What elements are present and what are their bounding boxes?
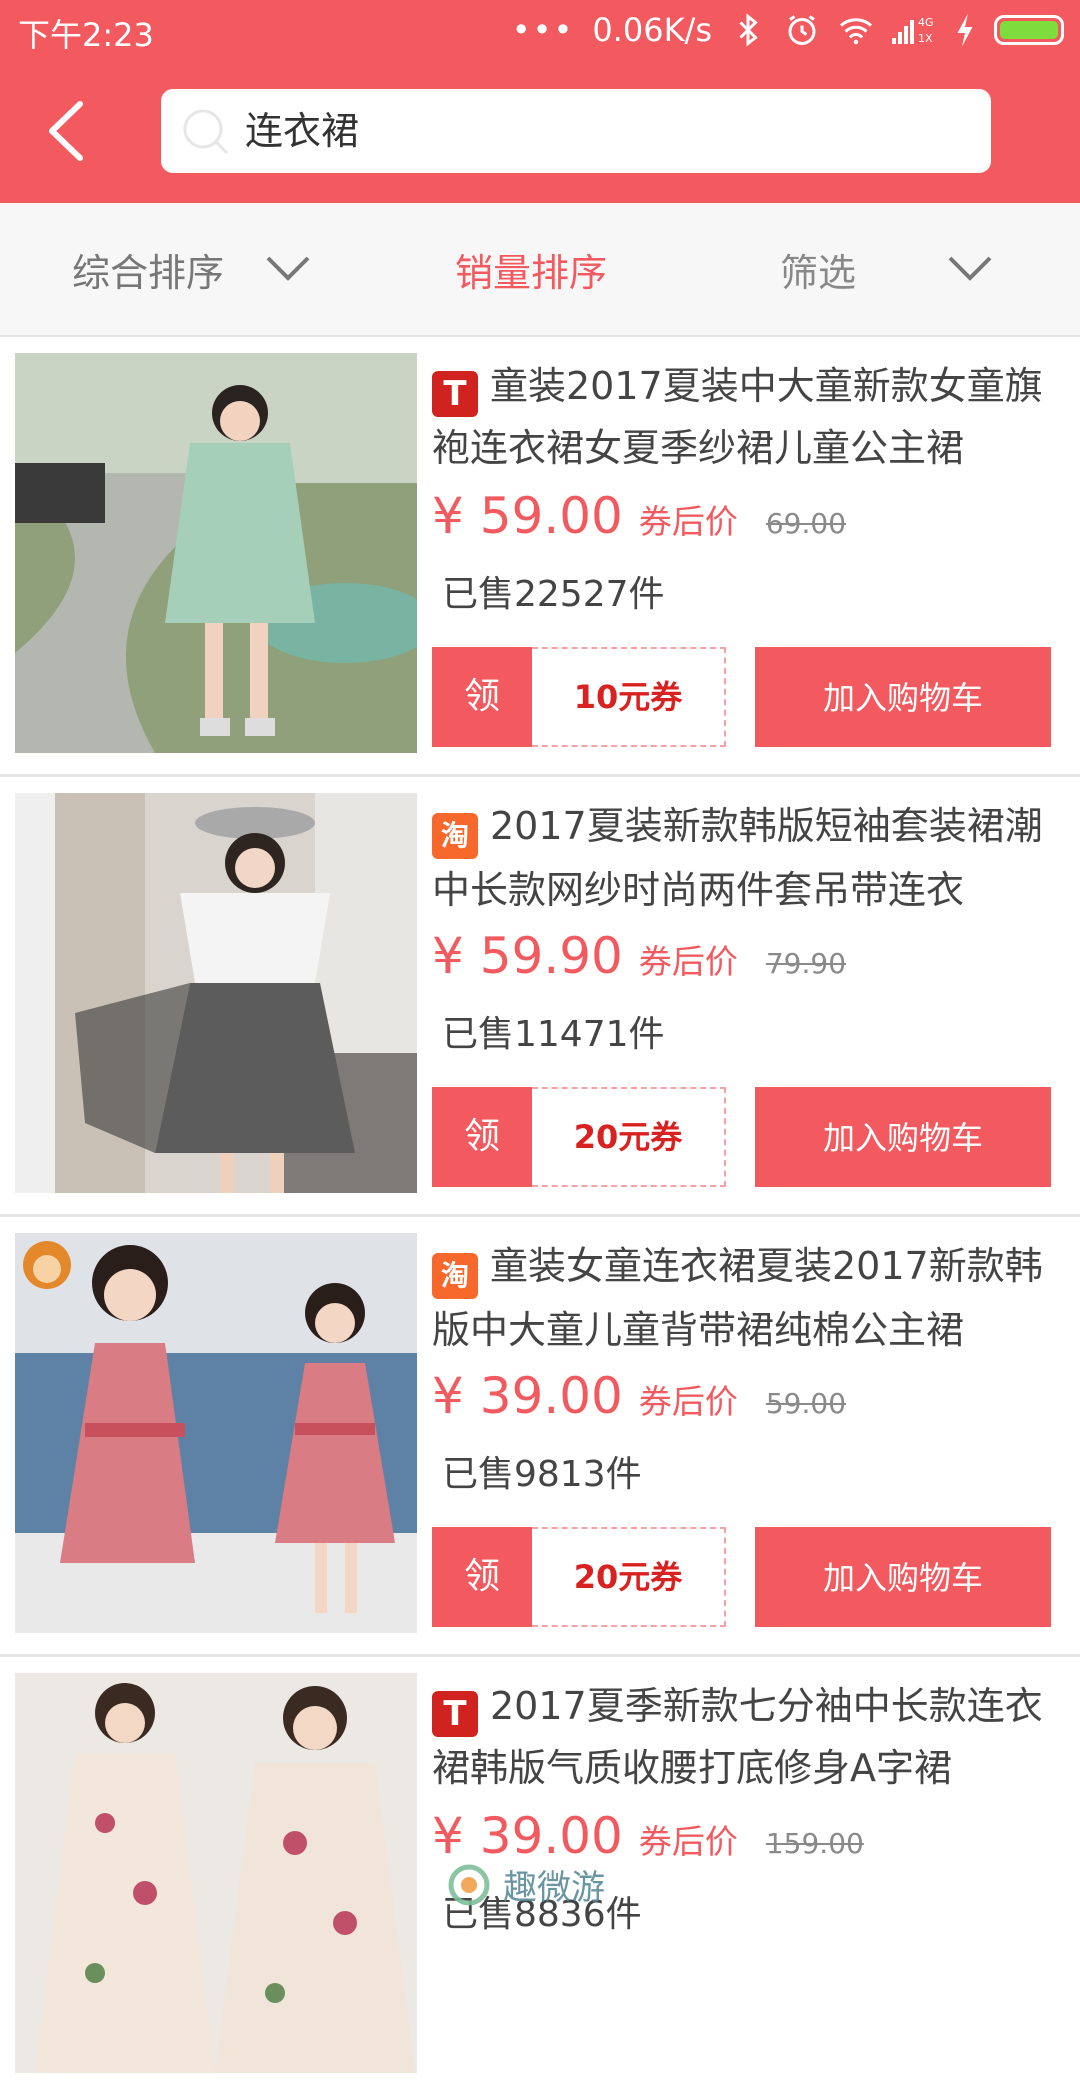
app-header: 下午2:23 ••• 0.06K/s 4G 1X	[0, 0, 1080, 203]
sold-count: 已售22527件	[442, 574, 665, 615]
signal-icon: 4G1X	[892, 16, 934, 45]
sort-default-tab[interactable]: 综合排序	[72, 203, 312, 335]
watermark-text: 趣微游	[503, 1868, 605, 1908]
product-card[interactable]: 淘童装女童连衣裙夏装2017新款韩版中大童儿童背带裙纯棉公主裙 ¥ 39.00 …	[0, 1217, 1080, 1657]
get-coupon-button[interactable]: 领 20元券	[432, 1087, 726, 1187]
battery-icon	[994, 15, 1064, 45]
status-time: 下午2:23	[18, 16, 154, 54]
product-title-text: 2017夏季新款七分袖中长款连衣裙韩版气质收腰打底修身A字裙	[432, 1684, 1043, 1790]
coupon-price-label: 券后价	[638, 1822, 738, 1861]
original-price: 79.90	[765, 947, 847, 980]
tmall-badge-icon: T	[432, 1691, 478, 1737]
sort-sales-label: 销量排序	[455, 250, 608, 295]
product-image[interactable]	[15, 1673, 417, 2073]
original-price: 59.00	[765, 1387, 847, 1420]
coupon-price-label: 券后价	[638, 1382, 738, 1421]
sold-count: 已售9813件	[442, 1454, 642, 1495]
filter-tab[interactable]: 筛选	[780, 203, 994, 335]
price-row: ¥ 59.00 券后价 69.00	[432, 487, 846, 545]
search-box[interactable]	[161, 89, 991, 173]
product-list: T 童装2017夏装中大童新款女童旗袍连衣裙女夏季纱裙儿童公主裙 ¥ 59.00 …	[0, 337, 1080, 2097]
price-row: ¥ 39.00 券后价 159.00	[432, 1807, 864, 1865]
bluetooth-icon	[739, 13, 758, 47]
coupon-value: 20元券	[532, 1087, 726, 1187]
filter-label: 筛选	[780, 250, 857, 295]
product-title-text: 童装女童连衣裙夏装2017新款韩版中大童儿童背带裙纯棉公主裙	[432, 1244, 1043, 1352]
network-type-4g: 4G	[918, 16, 934, 29]
product-price: ¥ 59.90	[432, 927, 623, 985]
chevron-down-icon	[948, 256, 992, 281]
status-bar: 下午2:23 ••• 0.06K/s 4G 1X	[0, 0, 1080, 62]
sort-bar: 综合排序 销量排序 筛选	[0, 203, 1080, 337]
product-title-text: 2017夏装新款韩版短袖套装裙潮中长款网纱时尚两件套吊带连衣	[432, 804, 1043, 912]
tmall-badge-icon: T	[432, 371, 478, 417]
taobao-badge-icon: 淘	[432, 1253, 478, 1299]
price-row: ¥ 39.00 券后价 59.00	[432, 1367, 846, 1425]
sort-default-label: 综合排序	[72, 250, 225, 295]
search-input[interactable]	[243, 103, 967, 161]
get-coupon-button[interactable]: 领 10元券	[432, 647, 726, 747]
coupon-get-label: 领	[432, 647, 532, 747]
original-price: 69.00	[765, 507, 847, 540]
watermark-logo-icon	[448, 1864, 490, 1905]
original-price: 159.00	[765, 1827, 864, 1860]
add-to-cart-button[interactable]: 加入购物车	[755, 1527, 1051, 1627]
add-to-cart-button[interactable]: 加入购物车	[755, 647, 1051, 747]
coupon-value: 10元券	[532, 647, 726, 747]
product-title[interactable]: T 2017夏季新款七分袖中长款连衣裙韩版气质收腰打底修身A字裙	[432, 1675, 1062, 1799]
coupon-get-label: 领	[432, 1087, 532, 1187]
product-image[interactable]	[15, 1233, 417, 1633]
get-coupon-button[interactable]: 领 20元券	[432, 1527, 726, 1627]
product-card[interactable]: T 童装2017夏装中大童新款女童旗袍连衣裙女夏季纱裙儿童公主裙 ¥ 59.00 …	[0, 337, 1080, 777]
coupon-price-label: 券后价	[638, 502, 738, 541]
notification-dots: •••	[511, 11, 575, 49]
watermark: 趣微游	[445, 1860, 605, 1909]
coupon-price-label: 券后价	[638, 942, 738, 981]
sort-sales-tab[interactable]: 销量排序	[455, 203, 607, 335]
product-price: ¥ 39.00	[432, 1367, 623, 1425]
product-price: ¥ 59.00	[432, 487, 623, 545]
sold-count: 已售11471件	[442, 1014, 665, 1055]
network-type-1x: 1X	[918, 32, 933, 45]
add-to-cart-button[interactable]: 加入购物车	[755, 1087, 1051, 1187]
product-image[interactable]	[15, 793, 417, 1193]
network-speed: 0.06K/s	[592, 11, 712, 49]
product-image[interactable]	[15, 353, 417, 753]
charging-icon	[957, 13, 973, 47]
coupon-get-label: 领	[432, 1527, 532, 1627]
taobao-badge-icon: 淘	[432, 813, 478, 859]
product-title[interactable]: 淘 2017夏装新款韩版短袖套装裙潮中长款网纱时尚两件套吊带连衣	[432, 795, 1062, 921]
product-title[interactable]: T 童装2017夏装中大童新款女童旗袍连衣裙女夏季纱裙儿童公主裙	[432, 355, 1062, 479]
alarm-icon	[788, 15, 816, 45]
product-title[interactable]: 淘童装女童连衣裙夏装2017新款韩版中大童儿童背带裙纯棉公主裙	[432, 1235, 1062, 1361]
wifi-icon	[840, 18, 872, 45]
coupon-value: 20元券	[532, 1527, 726, 1627]
product-title-text: 童装2017夏装中大童新款女童旗袍连衣裙女夏季纱裙儿童公主裙	[432, 364, 1043, 470]
price-row: ¥ 59.90 券后价 79.90	[432, 927, 846, 985]
chevron-down-icon	[266, 256, 310, 281]
status-icons: ••• 0.06K/s 4G 1X	[512, 10, 1064, 50]
product-card[interactable]: 淘 2017夏装新款韩版短袖套装裙潮中长款网纱时尚两件套吊带连衣 ¥ 59.90 …	[0, 777, 1080, 1217]
back-button[interactable]	[40, 96, 100, 166]
search-icon	[183, 109, 229, 155]
product-price: ¥ 39.00	[432, 1807, 623, 1865]
